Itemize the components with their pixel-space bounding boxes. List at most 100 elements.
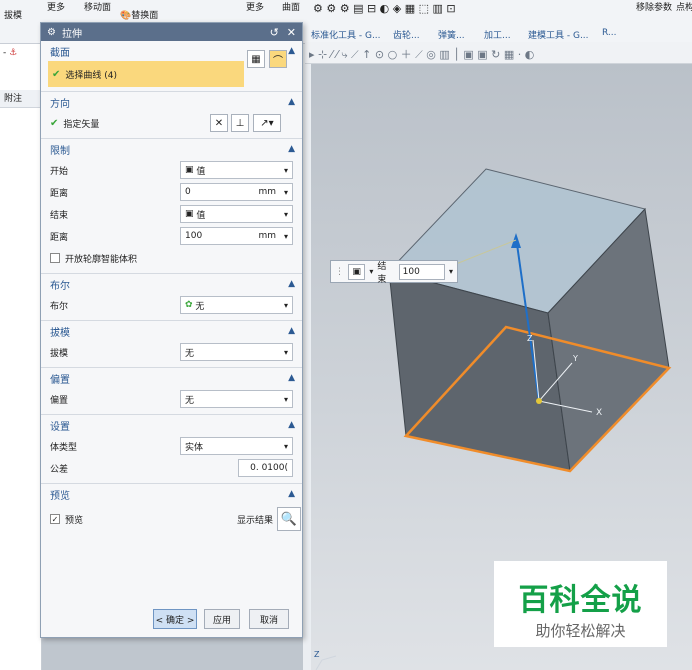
offset-dropdown[interactable]: 无 ▾ <box>180 390 293 408</box>
tolerance-row: 公差 0. 0100( <box>50 457 295 479</box>
start-row: 开始 ▣ 值 ▾ <box>50 159 295 181</box>
start-distance-row: 距离 0 mm ▾ <box>50 181 295 203</box>
collapse-icon[interactable]: ▲ <box>288 144 295 154</box>
navigator-partial[interactable]: - ⚓ <box>3 48 17 58</box>
collapse-icon[interactable]: ▲ <box>288 489 295 499</box>
boolean-dropdown[interactable]: ✿ 无 ▾ <box>180 296 293 314</box>
navigator-column-header[interactable]: 附注 <box>0 90 42 108</box>
ribbon-surface-button[interactable]: 曲面 <box>282 0 300 13</box>
body-type-dropdown[interactable]: 实体 ▾ <box>180 437 293 455</box>
boolean-header[interactable]: 布尔 ▲ <box>50 274 295 294</box>
tolerance-input[interactable]: 0. 0100( <box>238 459 293 477</box>
ribbon-r[interactable]: R... <box>602 28 617 38</box>
extrude-dialog: ⚙ 拉伸 ↺ ✕ 截面 ▲ ✔ 选择曲线 (4) ▦ ⌒ 方向 ▲ ✔ 指定矢量 ✕… <box>40 22 303 638</box>
part-navigator: - ⚓ 附注 <box>0 44 42 670</box>
collapse-icon[interactable]: ▲ <box>288 46 295 56</box>
ribbon-springs[interactable]: 弹簧... <box>438 28 465 41</box>
open-profile-checkbox[interactable] <box>50 253 60 263</box>
ribbon-std-tools[interactable]: 标准化工具 - G... <box>311 28 381 41</box>
ribbon-tool-icons[interactable]: ⚙ ⚙ ⚙ ▤ ⊟ ◐ ◈ ▦ ⬚ ▥ ⊡ <box>313 2 456 15</box>
value-type-icon[interactable]: ▣ <box>348 263 366 280</box>
ribbon-more-button[interactable]: 更多 <box>47 0 65 13</box>
collapse-icon[interactable]: ▲ <box>288 279 295 289</box>
watermark: 百科全说 助你轻松解决 <box>494 561 667 647</box>
collapse-icon[interactable]: ▲ <box>288 373 295 383</box>
axis-y-label: Y <box>573 354 578 363</box>
section-group: 截面 ▲ ✔ 选择曲线 (4) ▦ ⌒ <box>41 41 302 91</box>
limits-header[interactable]: 限制 ▲ <box>50 139 295 159</box>
end-distance-row: 距离 100 mm ▾ <box>50 225 295 247</box>
close-icon[interactable]: ✕ <box>287 26 296 39</box>
axis-z-label: Z <box>527 334 533 343</box>
drag-handle[interactable]: ⋮ <box>335 267 344 277</box>
check-icon: ✔ <box>50 117 59 129</box>
boolean-row: 布尔 ✿ 无 ▾ <box>50 294 295 316</box>
value-type-arrow[interactable]: ▾ <box>369 267 373 276</box>
open-profile-row[interactable]: 开放轮廓智能体积 <box>50 247 295 269</box>
ok-button[interactable]: < 确定 > <box>153 609 197 629</box>
body-type-row: 体类型 实体 ▾ <box>50 435 295 457</box>
ribbon-move-face-button[interactable]: 移动面 <box>84 0 111 13</box>
draft-header[interactable]: 拔模 ▲ <box>50 321 295 341</box>
snap-icons[interactable]: ▸ ⊹ ⁄ ⁄ ⤷ ⟋ ↑ ⊙ ○ ＋ ⟋ ◎ ▥ │ ▣ ▣ ↻ ▦ · ◐ <box>309 46 534 62</box>
ribbon-point-button[interactable]: 点构 <box>676 0 692 13</box>
preview-checkbox[interactable]: ✓ <box>50 514 60 524</box>
show-result-label: 显示结果 <box>237 515 274 526</box>
collapse-icon[interactable]: ▲ <box>288 97 295 107</box>
end-value-dropdown[interactable]: ▾ <box>449 267 453 276</box>
ribbon-modeling-tools[interactable]: 建模工具 - G... <box>528 28 589 41</box>
draft-group: 拔模 ▲ 拔模 无 ▾ <box>41 320 302 367</box>
cancel-button[interactable]: 取消 <box>249 609 289 629</box>
value-icon: ▣ <box>185 165 197 175</box>
vector-dialog-icon[interactable]: ⊥ <box>231 114 249 132</box>
gear-icon: ⚙ <box>47 26 56 38</box>
preview-group: 预览 ▲ ✓ 预览 显示结果 🔍 <box>41 483 302 538</box>
watermark-title: 百科全说 <box>518 583 643 618</box>
dialog-title-bar: ⚙ 拉伸 ↺ ✕ <box>41 23 302 41</box>
ribbon-replace-face-button[interactable]: 🎨替换面 <box>120 8 158 21</box>
end-distance-onscreen-input: ⋮ ▣ ▾ 结束 100 ▾ <box>330 260 458 285</box>
apply-button[interactable]: 应用 <box>204 609 240 629</box>
collapse-icon[interactable]: ▲ <box>288 420 295 430</box>
select-curve-row[interactable]: ✔ 选择曲线 (4) <box>48 61 244 87</box>
reset-icon[interactable]: ↺ <box>270 26 279 39</box>
ribbon-machining[interactable]: 加工... <box>484 28 511 41</box>
show-result-magnifier-icon[interactable]: 🔍 <box>277 507 301 531</box>
origin-point[interactable] <box>536 398 542 404</box>
start-distance-input[interactable]: 0 mm ▾ <box>180 183 293 201</box>
reverse-direction-icon[interactable]: ✕ <box>210 114 228 132</box>
settings-header[interactable]: 设置 ▲ <box>50 415 295 435</box>
preview-header[interactable]: 预览 ▲ <box>50 484 295 504</box>
offset-group: 偏置 ▲ 偏置 无 ▾ <box>41 367 302 414</box>
offset-header[interactable]: 偏置 ▲ <box>50 368 295 388</box>
draft-dropdown[interactable]: 无 ▾ <box>180 343 293 361</box>
ribbon-more2-button[interactable]: 更多 <box>246 0 264 13</box>
ribbon-draft-button[interactable]: 拔模 <box>4 8 22 21</box>
watermark-subtitle: 助你轻松解决 <box>535 622 626 640</box>
end-label: 结束 <box>377 261 387 285</box>
end-value-input[interactable]: 100 <box>398 263 445 280</box>
end-dropdown[interactable]: ▣ 值 ▾ <box>180 205 293 223</box>
dialog-title: 拉伸 <box>61 28 82 40</box>
curve-icon[interactable]: ⌒ <box>269 50 287 68</box>
ribbon-remove-params-button[interactable]: 移除参数 <box>636 0 672 13</box>
start-dropdown[interactable]: ▣ 值 ▾ <box>180 161 293 179</box>
limits-group: 限制 ▲ 开始 ▣ 值 ▾ 距离 0 mm ▾ 结束 ▣ 值 ▾ 距离 100 mm ▾ 开放… <box>41 138 302 273</box>
direction-group: 方向 ▲ ✔ 指定矢量 ✕ ⊥ ↗▾ <box>41 91 302 138</box>
preview-row[interactable]: ✓ 预览 显示结果 🔍 <box>50 504 301 534</box>
sketch-section-icon[interactable]: ▦ <box>247 50 265 68</box>
vector-type-dropdown[interactable]: ↗▾ <box>253 114 281 132</box>
check-icon: ✔ <box>52 68 61 80</box>
view-toolbar: ▸ ⊹ ⁄ ⁄ ⤷ ⟋ ↑ ⊙ ○ ＋ ⟋ ◎ ▥ │ ▣ ▣ ↻ ▦ · ◐ <box>305 42 692 64</box>
end-distance-input[interactable]: 100 mm ▾ <box>180 227 293 245</box>
replace-face-icon: 🎨 <box>120 11 132 21</box>
dialog-side-strip <box>303 44 311 670</box>
ribbon-gears[interactable]: 齿轮... <box>393 28 420 41</box>
boolean-group: 布尔 ▲ 布尔 ✿ 无 ▾ <box>41 273 302 320</box>
collapse-icon[interactable]: ▲ <box>288 326 295 336</box>
boolean-none-icon: ✿ <box>185 300 196 310</box>
wcs-z-label: Z <box>314 650 320 659</box>
offset-row: 偏置 无 ▾ <box>50 388 295 410</box>
settings-group: 设置 ▲ 体类型 实体 ▾ 公差 0. 0100( <box>41 414 302 483</box>
direction-header[interactable]: 方向 ▲ <box>50 92 295 112</box>
